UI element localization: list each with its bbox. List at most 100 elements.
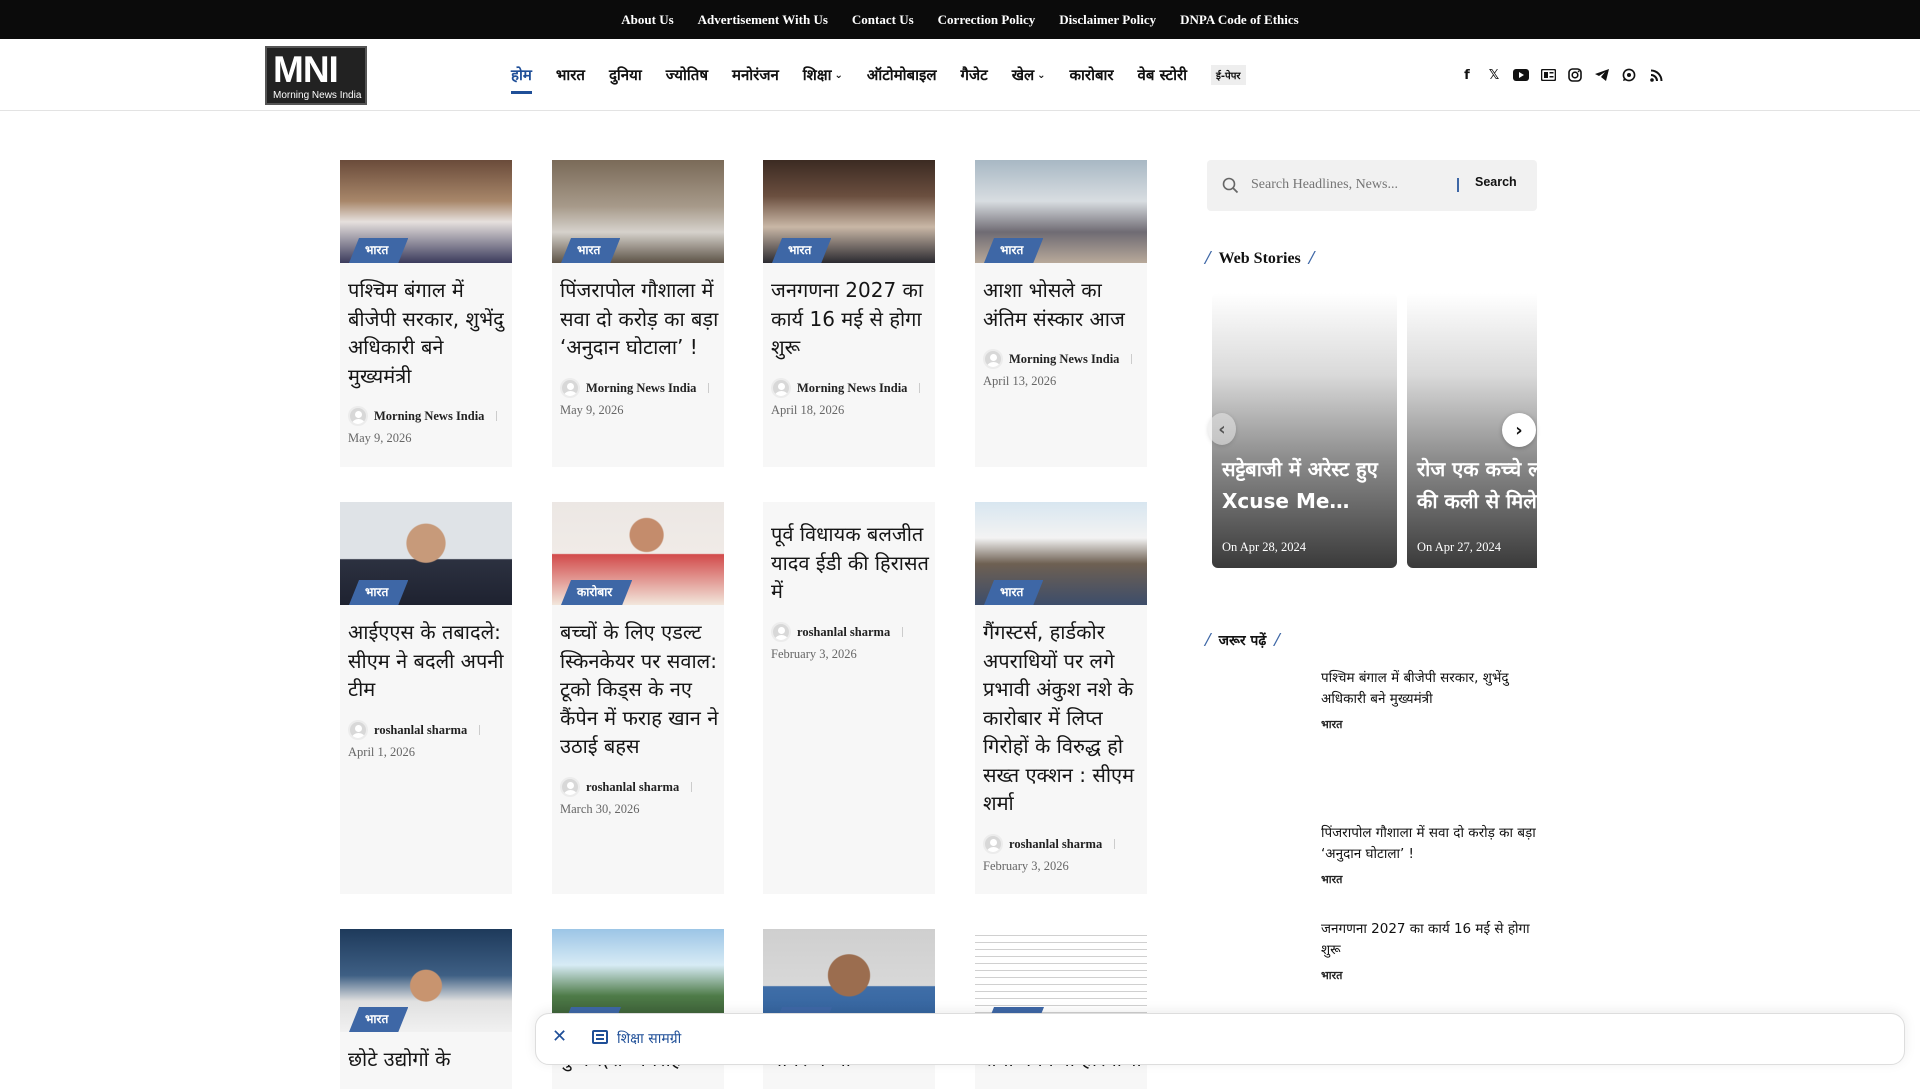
facebook-icon[interactable]: f [1459,67,1475,83]
article-author[interactable]: Morning News India [560,378,710,398]
close-icon[interactable]: ✕ [552,1026,567,1047]
x-icon[interactable]: 𝕏 [1486,67,1502,83]
dailyhunt-icon[interactable] [1540,67,1556,83]
article-card[interactable]: भारत गैंगस्टर्स, हार्डकोर अपराधियों पर लग… [975,502,1147,894]
must-read-category[interactable]: भारत [1321,717,1541,732]
nav-shiksha[interactable]: शिक्षा ⌄ [803,65,843,85]
must-read-item[interactable]: पश्चिम बंगाल में बीजेपी सरकार, शुभेंदु अ… [1321,668,1541,732]
prev-story-button[interactable]: ‹ [1208,413,1236,445]
article-card[interactable]: भारत आशा भोसले का अंतिम संस्कार आज Morning… [975,160,1147,467]
about-us-link[interactable]: About Us [621,12,673,28]
article-card[interactable]: भारत आईएएस के तबादले: सीएम ने बदली अपनी ट… [340,502,512,894]
nav-web-story[interactable]: वेब स्टोरी [1138,65,1187,85]
article-card[interactable]: शर्मा ने किया हरियाणा [975,929,1147,1089]
meta-divider [1131,354,1133,364]
advertisement-link[interactable]: Advertisement With Us [698,12,828,28]
must-read-title[interactable]: पिंजरापोल गौशाला में सवा दो करोड़ का बड़… [1321,823,1541,865]
article-card[interactable]: नीयर में भी [763,929,935,1089]
whatsapp-icon[interactable] [1621,67,1637,83]
article-card[interactable]: पुष्कर(राज्य सिंह [552,929,724,1089]
article-card[interactable]: पूर्व विधायक बलजीत यादव ईडी की हिरासत मे… [763,502,935,894]
article-card[interactable]: कारोबार बच्चों के लिए एडल्ट स्किनकेयर पर … [552,502,724,894]
story-date: On Apr 28, 2024 [1222,540,1307,554]
dnpa-code-link[interactable]: DNPA Code of Ethics [1180,12,1299,28]
avatar [560,378,580,398]
web-story-card[interactable]: सट्टेबाजी में अरेस्ट हुए Xcuse Me… On Ap… [1212,293,1397,568]
article-title[interactable]: गैंगस्टर्स, हार्डकोर अपराधियों पर लगे प्… [983,618,1143,818]
site-header: MNI Morning News India होम भारत दुनिया ज… [0,39,1920,111]
must-read-item[interactable]: जनगणना 2027 का कार्य 16 मई से होगा शुरू … [1321,919,1541,983]
avatar [771,622,791,642]
floating-topic-label[interactable]: शिक्षा सामग्री [617,1029,681,1048]
search-input[interactable] [1251,174,1451,196]
meta-divider [919,383,921,393]
article-card[interactable]: भारत छोटे उद्योगों के [340,929,512,1089]
author-name[interactable]: Morning News India [1009,352,1119,367]
nav-home[interactable]: होम [511,65,532,94]
author-name[interactable]: Morning News India [797,381,907,396]
avatar [348,720,368,740]
article-title[interactable]: आशा भोसले का अंतिम संस्कार आज [983,276,1143,333]
nav-manoranjan[interactable]: मनोरंजन [732,65,779,85]
article-author[interactable]: Morning News India [771,378,921,398]
article-author[interactable]: roshanlal sharma [771,622,904,642]
category-tag[interactable]: भारत [772,238,831,263]
instagram-icon[interactable] [1567,67,1583,83]
article-author[interactable]: roshanlal sharma [560,777,693,797]
disclaimer-policy-link[interactable]: Disclaimer Policy [1059,12,1156,28]
youtube-icon[interactable] [1513,67,1529,83]
article-title[interactable]: पिंजरापोल गौशाला में सवा दो करोड़ का बड़… [560,276,720,362]
article-title[interactable]: बच्चों के लिए एडल्ट स्किनकेयर पर सवाल: ट… [560,618,720,761]
article-title[interactable]: जनगणना 2027 का कार्य 16 मई से होगा शुरू [771,276,931,362]
rss-icon[interactable] [1648,67,1664,83]
must-read-item[interactable]: पिंजरापोल गौशाला में सवा दो करोड़ का बड़… [1321,823,1541,887]
contact-us-link[interactable]: Contact Us [852,12,914,28]
site-logo[interactable]: MNI Morning News India [265,46,367,105]
must-read-category[interactable]: भारत [1321,872,1541,887]
nav-karobar[interactable]: कारोबार [1070,65,1114,85]
author-name[interactable]: roshanlal sharma [586,780,679,795]
nav-khel[interactable]: खेल ⌄ [1012,65,1046,85]
category-tag[interactable]: भारत [561,238,620,263]
article-card[interactable]: भारत पश्चिम बंगाल में बीजेपी सरकार, शुभें… [340,160,512,467]
meta-divider [691,782,693,792]
article-title[interactable]: आईएएस के तबादले: सीएम ने बदली अपनी टीम [348,618,508,704]
article-card[interactable]: भारत जनगणना 2027 का कार्य 16 मई से होगा श… [763,160,935,467]
avatar [771,378,791,398]
nav-jyotish[interactable]: ज्योतिष [666,65,708,85]
must-read-title[interactable]: पश्चिम बंगाल में बीजेपी सरकार, शुभेंदु अ… [1321,668,1541,710]
nav-bharat[interactable]: भारत [556,65,585,85]
article-title[interactable]: पूर्व विधायक बलजीत यादव ईडी की हिरासत मे… [771,520,931,606]
category-tag[interactable]: भारत [349,580,408,605]
article-author[interactable]: roshanlal sharma [983,834,1116,854]
nav-automobile[interactable]: ऑटोमोबाइल [867,65,937,85]
category-tag[interactable]: भारत [984,238,1043,263]
search-box: Search [1207,160,1537,211]
floating-topic-bar: ✕ शिक्षा सामग्री [535,1013,1905,1065]
category-tag[interactable]: भारत [349,1007,408,1032]
article-author[interactable]: Morning News India [348,406,498,426]
must-read-title[interactable]: जनगणना 2027 का कार्य 16 मई से होगा शुरू [1321,919,1541,961]
category-tag[interactable]: कारोबार [561,580,632,605]
article-author[interactable]: roshanlal sharma [348,720,481,740]
nav-gadget[interactable]: गैजेट [961,65,988,85]
category-tag[interactable]: भारत [984,580,1043,605]
author-name[interactable]: roshanlal sharma [374,723,467,738]
article-title[interactable]: पश्चिम बंगाल में बीजेपी सरकार, शुभेंदु अ… [348,276,508,390]
article-title[interactable]: छोटे उद्योगों के [348,1045,508,1074]
next-story-button[interactable]: › [1502,413,1536,447]
search-button[interactable]: Search [1475,175,1517,189]
author-name[interactable]: roshanlal sharma [1009,837,1102,852]
correction-policy-link[interactable]: Correction Policy [938,12,1036,28]
author-name[interactable]: Morning News India [374,409,484,424]
nav-duniya[interactable]: दुनिया [609,65,642,85]
telegram-icon[interactable] [1594,67,1610,83]
article-author[interactable]: Morning News India [983,349,1133,369]
author-name[interactable]: Morning News India [586,381,696,396]
must-read-category[interactable]: भारत [1321,968,1541,983]
nav-epaper[interactable]: ई-पेपर [1210,65,1246,85]
article-card[interactable]: भारत पिंजरापोल गौशाला में सवा दो करोड़ का… [552,160,724,467]
story-date: On Apr 27, 2024 [1417,540,1502,554]
category-tag[interactable]: भारत [349,238,408,263]
author-name[interactable]: roshanlal sharma [797,625,890,640]
